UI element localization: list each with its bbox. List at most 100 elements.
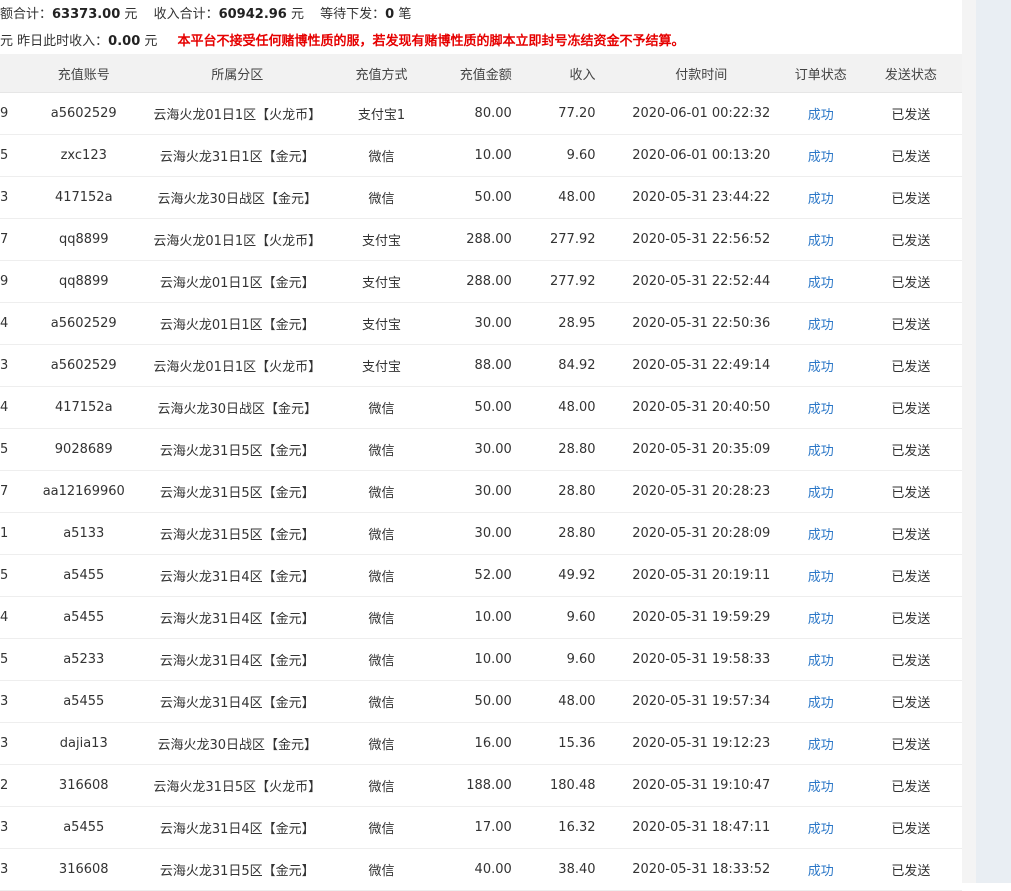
table-row: 3 a5602529 云海火龙01日1区【火龙币】 支付宝 88.00 84.92 2020…: [0, 345, 962, 387]
pending-value: 0: [385, 7, 395, 22]
order-status-cell[interactable]: 成功: [792, 639, 850, 680]
pay-time-cell: 2020-05-31 19:59:29: [632, 610, 771, 625]
zone-cell: 云海火龙31日4区【金元】: [159, 570, 315, 585]
amount-cell: 88.00: [474, 358, 512, 373]
header-zone: 所属分区: [211, 67, 264, 83]
table-row: 4 a5455 云海火龙31日4区【金元】 微信 10.00 9.60 2020-05-31…: [0, 597, 962, 639]
method-cell: 微信: [368, 654, 395, 669]
table-row: 5 zxc123 云海火龙31日1区【金元】 微信 10.00 9.60 2020-06-0…: [0, 135, 962, 177]
total-value: 63373.00: [52, 7, 121, 22]
header-order-status: 订单状态: [794, 67, 847, 83]
order-status-cell[interactable]: 成功: [792, 261, 850, 302]
order-status-cell[interactable]: 成功: [792, 849, 850, 890]
pay-time-cell: 2020-05-31 19:57:34: [632, 694, 771, 709]
zone-cell: 云海火龙30日战区【金元】: [157, 738, 318, 753]
order-status-cell[interactable]: 成功: [792, 765, 850, 806]
pay-time-cell: 2020-06-01 00:13:20: [632, 148, 771, 163]
amount-cell: 50.00: [474, 190, 512, 205]
amount-cell: 288.00: [466, 274, 512, 289]
header-method: 充值方式: [355, 67, 408, 83]
table-row: 5 9028689 云海火龙31日5区【金元】 微信 30.00 28.80 2020-05…: [0, 429, 962, 471]
zone-cell: 云海火龙31日4区【金元】: [159, 654, 315, 669]
method-cell: 支付宝: [361, 360, 401, 375]
amount-cell: 288.00: [466, 232, 512, 247]
account-cell: a5455: [63, 694, 105, 709]
account-cell: a5602529: [50, 106, 117, 121]
scrollbar-track[interactable]: [976, 0, 1011, 883]
order-status-cell[interactable]: 成功: [792, 135, 850, 176]
account-cell: dajia13: [59, 736, 108, 751]
order-status-cell[interactable]: 成功: [792, 303, 850, 344]
order-status-cell[interactable]: 成功: [792, 177, 850, 218]
unit-prefix: 元: [0, 34, 14, 49]
account-cell: qq8899: [58, 232, 109, 247]
total-unit: 元: [124, 7, 138, 22]
table-row: 3 316608 云海火龙31日5区【金元】 微信 40.00 38.40 2020-05-…: [0, 849, 962, 891]
account-cell: 417152a: [54, 400, 113, 415]
order-status-cell[interactable]: 成功: [792, 597, 850, 638]
header-amount: 充值金额: [459, 67, 512, 83]
order-status-cell[interactable]: 成功: [792, 555, 850, 596]
row-id: 3: [0, 358, 9, 373]
row-id: 3: [0, 862, 9, 877]
table-header: 充值账号 所属分区 充值方式 充值金额 收入 付款时间 订单状态 发送状态: [0, 54, 962, 93]
send-status-cell: 已发送: [891, 822, 931, 837]
send-status-cell: 已发送: [891, 276, 931, 291]
send-status-cell: 已发送: [891, 570, 931, 585]
amount-cell: 10.00: [474, 148, 512, 163]
row-id: 4: [0, 400, 9, 415]
account-cell: a5602529: [50, 358, 117, 373]
income-cell: 28.95: [558, 316, 596, 331]
table-body: 9 a5602529 云海火龙01日1区【火龙币】 支付宝1 80.00 77.20 202…: [0, 93, 962, 891]
zone-cell: 云海火龙30日战区【金元】: [157, 402, 318, 417]
table-row: 5 a5455 云海火龙31日4区【金元】 微信 52.00 49.92 2020-05-3…: [0, 555, 962, 597]
zone-cell: 云海火龙30日战区【金元】: [157, 192, 318, 207]
amount-cell: 10.00: [474, 652, 512, 667]
table-row: 2 316608 云海火龙31日5区【火龙币】 微信 188.00 180.48 2020-…: [0, 765, 962, 807]
row-id: 5: [0, 148, 9, 163]
order-status-cell[interactable]: 成功: [792, 345, 850, 386]
order-status-cell[interactable]: 成功: [792, 807, 850, 848]
income-cell: 9.60: [566, 148, 596, 163]
order-status-cell[interactable]: 成功: [792, 471, 850, 512]
order-status-cell[interactable]: 成功: [792, 93, 850, 134]
amount-cell: 17.00: [474, 820, 512, 835]
order-status-cell[interactable]: 成功: [792, 681, 850, 722]
row-id: 1: [0, 526, 9, 541]
send-status-cell: 已发送: [891, 444, 931, 459]
row-id: 7: [0, 484, 9, 499]
pay-time-cell: 2020-05-31 19:12:23: [632, 736, 771, 751]
income-cell: 28.80: [558, 442, 596, 457]
send-status-cell: 已发送: [891, 108, 931, 123]
order-status-cell[interactable]: 成功: [792, 387, 850, 428]
summary-yesterday: 元 昨日此时收入：0.00 元 本平台不接受任何赌博性质的服，若发现有赌博性质的…: [0, 33, 685, 51]
pay-time-cell: 2020-05-31 22:56:52: [632, 232, 771, 247]
method-cell: 微信: [368, 696, 395, 711]
pending-unit: 笔: [398, 7, 412, 22]
pay-time-cell: 2020-05-31 20:28:09: [632, 526, 771, 541]
account-cell: 9028689: [54, 442, 113, 457]
account-cell: a5233: [63, 652, 105, 667]
pay-time-cell: 2020-05-31 20:28:23: [632, 484, 771, 499]
table-row: 5 a5233 云海火龙31日4区【金元】 微信 10.00 9.60 2020-05-31…: [0, 639, 962, 681]
pay-time-cell: 2020-05-31 20:40:50: [632, 400, 771, 415]
pay-time-cell: 2020-05-31 19:10:47: [632, 778, 771, 793]
order-status-cell[interactable]: 成功: [792, 723, 850, 764]
send-status-cell: 已发送: [891, 318, 931, 333]
order-status-cell[interactable]: 成功: [792, 219, 850, 260]
header-id: [0, 54, 19, 92]
amount-cell: 30.00: [474, 484, 512, 499]
send-status-cell: 已发送: [891, 528, 931, 543]
method-cell: 微信: [368, 822, 395, 837]
income-cell: 28.80: [558, 484, 596, 499]
order-status-cell[interactable]: 成功: [792, 513, 850, 554]
account-cell: 316608: [58, 778, 109, 793]
method-cell: 微信: [368, 738, 395, 753]
pay-time-cell: 2020-05-31 18:47:11: [632, 820, 771, 835]
income-cell: 16.32: [558, 820, 596, 835]
method-cell: 微信: [368, 570, 395, 585]
table-row: 9 a5602529 云海火龙01日1区【火龙币】 支付宝1 80.00 77.20 202…: [0, 93, 962, 135]
send-status-cell: 已发送: [891, 780, 931, 795]
row-id: 4: [0, 316, 9, 331]
order-status-cell[interactable]: 成功: [792, 429, 850, 470]
